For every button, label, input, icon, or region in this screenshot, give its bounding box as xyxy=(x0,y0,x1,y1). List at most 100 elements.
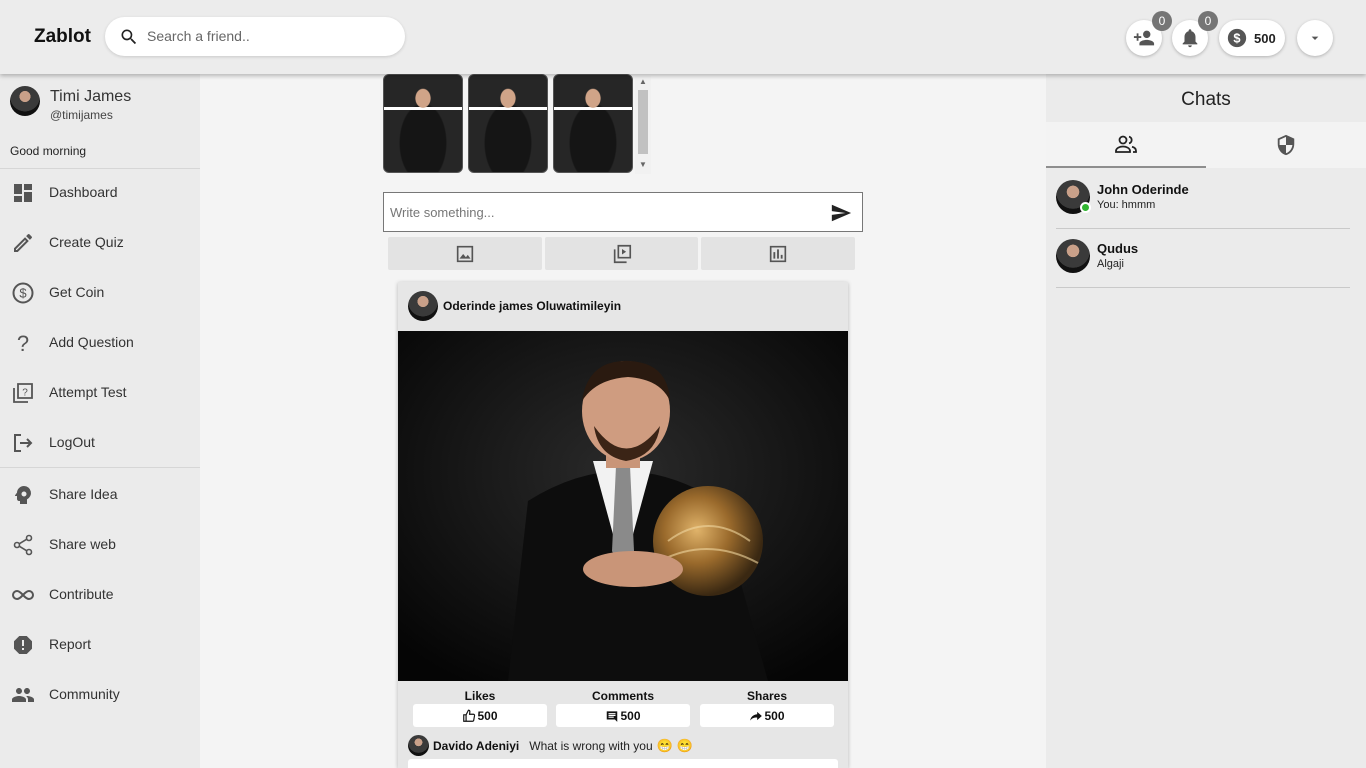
sidebar-item-get-coin[interactable]: $ Get Coin xyxy=(0,273,200,313)
sidebar-item-label: Dashboard xyxy=(49,184,118,200)
shares-count: 500 xyxy=(764,708,785,723)
poll-icon xyxy=(769,245,787,262)
sidebar-item-label: Community xyxy=(49,686,120,702)
divider xyxy=(0,168,200,169)
scroll-up-icon[interactable]: ▲ xyxy=(639,77,647,86)
divider xyxy=(0,467,200,468)
search-box[interactable] xyxy=(105,17,405,56)
sidebar-item-label: Attempt Test xyxy=(49,384,127,400)
user-handle: @timijames xyxy=(50,108,113,122)
post-card: Oderinde james Oluwatimileyin Likes 500 xyxy=(398,282,848,768)
svg-text:$: $ xyxy=(19,286,27,301)
comment-text: What is wrong with you xyxy=(529,738,653,753)
shares-stat: Shares 500 xyxy=(700,689,834,727)
image-icon xyxy=(456,245,474,262)
sidebar-item-attempt-test[interactable]: ? Attempt Test xyxy=(0,373,200,413)
sidebar-item-label: Create Quiz xyxy=(49,234,124,250)
chat-item-john-oderinde[interactable]: John Oderinde You: hmmm xyxy=(1056,171,1350,229)
left-sidebar: Timi James @timijames Good morning Dashb… xyxy=(0,74,200,768)
avatar xyxy=(1056,239,1090,273)
stories-scrollbar[interactable]: ▲ ▼ xyxy=(635,76,651,174)
sidebar-item-label: Get Coin xyxy=(49,284,105,300)
sidebar-item-share-web[interactable]: Share web xyxy=(0,525,200,565)
sidebar-item-label: Share web xyxy=(49,536,116,552)
post-author-name[interactable]: Oderinde james Oluwatimileyin xyxy=(443,299,621,313)
chat-contact-name: Qudus xyxy=(1097,241,1139,256)
comment-input[interactable] xyxy=(408,759,838,768)
chat-last-message: You: hmmm xyxy=(1097,199,1156,211)
sidebar-item-add-question[interactable]: ? Add Question xyxy=(0,323,200,363)
search-input[interactable] xyxy=(147,25,387,47)
sidebar-item-label: Report xyxy=(49,636,92,652)
psychology-icon xyxy=(14,486,31,504)
story-thumbnail[interactable] xyxy=(383,74,463,173)
post-image[interactable] xyxy=(398,331,848,681)
chats-title: Chats xyxy=(1181,89,1231,110)
sidebar-item-report[interactable]: Report xyxy=(0,625,200,665)
friend-requests-button[interactable]: 0 xyxy=(1126,11,1172,56)
search-icon xyxy=(121,29,137,45)
likes-count: 500 xyxy=(477,708,498,723)
sidebar-item-label: Contribute xyxy=(49,586,114,602)
thumb-up-icon xyxy=(463,709,476,722)
comments-count: 500 xyxy=(620,708,641,723)
chat-last-message: Algaji xyxy=(1097,258,1124,270)
account-menu-button[interactable] xyxy=(1297,20,1333,56)
stories-strip: ▲ ▼ xyxy=(383,74,651,174)
tab-friends[interactable] xyxy=(1046,122,1206,168)
post-input[interactable] xyxy=(390,202,810,222)
post-author-avatar[interactable] xyxy=(408,291,438,321)
avatar xyxy=(10,86,40,116)
add-poll-button[interactable] xyxy=(701,237,855,270)
scroll-down-icon[interactable]: ▼ xyxy=(639,160,647,169)
share-button[interactable]: 500 xyxy=(700,704,834,727)
share-icon xyxy=(13,534,33,556)
add-video-button[interactable] xyxy=(545,237,698,270)
add-image-button[interactable] xyxy=(388,237,542,270)
user-name: Timi James xyxy=(50,88,132,105)
chat-item-qudus[interactable]: Qudus Algaji xyxy=(1056,230,1350,288)
comment-author-avatar[interactable] xyxy=(408,735,429,756)
post-composer xyxy=(383,192,863,232)
greeting: Good morning xyxy=(10,144,87,158)
friend-requests-badge: 0 xyxy=(1152,11,1172,31)
scrollbar-thumb[interactable] xyxy=(638,90,648,154)
online-indicator xyxy=(1080,202,1091,213)
comment-icon xyxy=(607,710,618,722)
people-outline-icon xyxy=(1115,135,1137,153)
like-button[interactable]: 500 xyxy=(413,704,547,727)
coin-balance-button[interactable]: $ 500 xyxy=(1219,20,1285,56)
notifications-button[interactable]: 0 xyxy=(1172,11,1218,56)
report-icon xyxy=(14,636,32,654)
story-thumbnail[interactable] xyxy=(468,74,548,173)
post-photo xyxy=(398,331,848,681)
sidebar-item-community[interactable]: Community xyxy=(0,675,200,715)
shield-icon xyxy=(1277,134,1295,156)
send-icon[interactable] xyxy=(829,202,853,224)
coin-icon: $ xyxy=(1227,28,1247,48)
svg-text:$: $ xyxy=(1233,31,1240,46)
bell-icon xyxy=(1182,29,1198,48)
sidebar-item-create-quiz[interactable]: Create Quiz xyxy=(0,223,200,263)
sidebar-item-logout[interactable]: LogOut xyxy=(0,423,200,463)
comment-button[interactable]: 500 xyxy=(556,704,690,727)
likes-label: Likes xyxy=(464,689,496,703)
logout-icon xyxy=(14,434,33,452)
tab-security[interactable] xyxy=(1206,122,1366,168)
sidebar-item-share-idea[interactable]: Share Idea xyxy=(0,475,200,515)
brand-logo[interactable]: Zablot xyxy=(34,26,91,48)
sidebar-item-dashboard[interactable]: Dashboard xyxy=(0,173,200,213)
notifications-badge: 0 xyxy=(1198,11,1218,31)
coin-icon: $ xyxy=(12,282,34,304)
comment-author[interactable]: Davido Adeniyi xyxy=(433,739,519,753)
video-library-icon xyxy=(613,244,631,263)
story-thumbnail[interactable] xyxy=(553,74,633,173)
pencil-icon xyxy=(14,233,33,252)
coin-balance-value: 500 xyxy=(1254,30,1276,46)
chevron-down-icon xyxy=(1311,36,1319,40)
dashboard-icon xyxy=(14,184,32,202)
chat-contact-name: John Oderinde xyxy=(1097,182,1189,197)
question-icon: ? xyxy=(17,331,29,355)
svg-text:?: ? xyxy=(22,388,28,399)
sidebar-item-contribute[interactable]: Contribute xyxy=(0,575,200,615)
